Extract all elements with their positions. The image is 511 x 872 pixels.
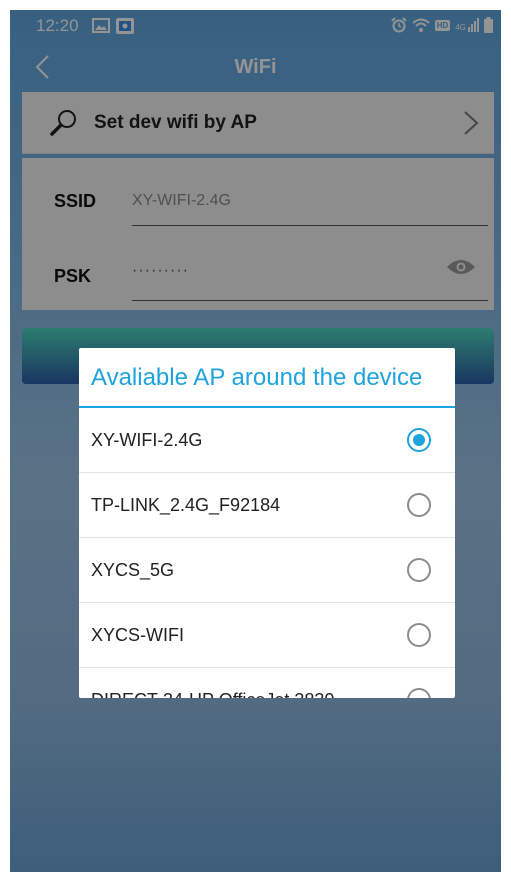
ap-list: XY-WIFI-2.4G TP-LINK_2.4G_F92184 XYCS_5G… [79,408,455,698]
ap-name: XY-WIFI-2.4G [91,430,203,450]
radio-button[interactable] [407,558,431,582]
radio-button[interactable] [407,623,431,647]
available-ap-dialog: Avaliable AP around the device XY-WIFI-2… [79,348,455,698]
ap-name: TP-LINK_2.4G_F92184 [91,495,281,515]
ap-list-item[interactable]: XYCS_5G [79,538,455,603]
ap-name: XYCS-WIFI [91,625,184,645]
ap-list-item[interactable]: DIRECT-34-HP OfficeJet 3830 [79,668,455,698]
radio-button-selected[interactable] [407,428,431,452]
ap-list-item[interactable]: TP-LINK_2.4G_F92184 [79,473,455,538]
ap-name: XYCS_5G [91,560,175,580]
ap-list-item[interactable]: XYCS-WIFI [79,603,455,668]
ap-list-item[interactable]: XY-WIFI-2.4G [79,408,455,473]
phone-screen: 12:20 HD 4G WiFi Set dev wifi by AP SSID… [10,10,501,872]
radio-button[interactable] [407,493,431,517]
radio-button[interactable] [407,688,431,698]
dialog-title: Avaliable AP around the device [91,364,423,391]
ap-name: DIRECT-34-HP OfficeJet 3830 [91,690,334,698]
